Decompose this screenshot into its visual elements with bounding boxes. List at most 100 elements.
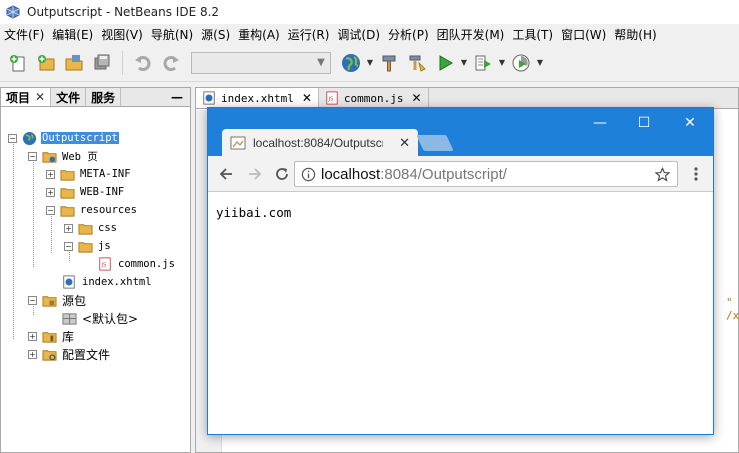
clean-build-icon[interactable] — [403, 49, 431, 77]
tree-label-js: js — [98, 240, 111, 252]
svg-text:JS: JS — [327, 97, 334, 103]
tree-label-index-xhtml: index.xhtml — [82, 276, 152, 288]
netbeans-logo-icon — [5, 4, 21, 20]
close-icon[interactable]: ✕ — [302, 91, 312, 105]
profile-icon[interactable] — [507, 49, 535, 77]
new-tab-button[interactable] — [416, 135, 454, 151]
hammer-icon[interactable] — [375, 49, 403, 77]
tree-node-config-files[interactable]: + 配置文件 — [28, 345, 111, 363]
code-fragment: " /x — [726, 296, 739, 322]
javascript-file-icon: JS — [326, 91, 338, 105]
tree-node-web-pages[interactable]: − Web 页 — [28, 147, 99, 165]
expand-toggle[interactable]: + — [46, 187, 55, 197]
menu-team[interactable]: 团队开发(M) — [437, 26, 509, 43]
redo-icon[interactable] — [157, 49, 185, 77]
caret-down-icon[interactable]: ▼ — [365, 58, 375, 67]
tree-label-css: css — [98, 222, 117, 234]
menu-bar: 文件(F) 编辑(E) 视图(V) 导航(N) 源(S) 重构(A) 运行(R)… — [0, 24, 739, 44]
new-file-icon[interactable] — [4, 49, 32, 77]
tree-connector — [13, 135, 14, 339]
collapse-toggle[interactable]: − — [46, 205, 55, 215]
collapse-toggle[interactable]: − — [8, 133, 17, 143]
menu-edit[interactable]: 编辑(E) — [52, 26, 97, 43]
main-toolbar: ▼ ▼ ▼ ▼ ▼ — [0, 44, 739, 82]
tree-label-config-files: 配置文件 — [62, 347, 111, 362]
browser-close-button[interactable]: ✕ — [670, 112, 710, 134]
tree-node-project-root[interactable]: − Outputscript — [8, 129, 119, 147]
caret-down-icon[interactable]: ▼ — [497, 58, 507, 67]
menu-file[interactable]: 文件(F) — [4, 26, 48, 43]
collapse-toggle[interactable]: − — [64, 241, 73, 251]
forward-arrow-icon[interactable] — [244, 163, 266, 185]
browser-tab-title: localhost:8084/Outputscript — [253, 136, 383, 150]
tree-label-meta-inf: META-INF — [80, 168, 131, 180]
projects-panel-tabs: 项目 ✕ 文件 服务 — — [1, 88, 190, 107]
caret-down-icon[interactable]: ▼ — [459, 58, 469, 67]
save-all-icon[interactable] — [88, 49, 116, 77]
tree-node-web-inf[interactable]: + WEB-INF — [46, 183, 125, 201]
bookmark-star-icon[interactable] — [655, 166, 670, 182]
tree-label-project-root: Outputscript — [41, 132, 119, 144]
tree-label-web-pages: Web 页 — [62, 150, 98, 163]
menu-window[interactable]: 窗口(W) — [561, 26, 610, 43]
tree-node-libraries[interactable]: + 库 — [28, 327, 75, 345]
editor-tab-common-js[interactable]: JS common.js ✕ — [319, 88, 429, 108]
package-folder-icon — [41, 292, 57, 308]
collapse-toggle[interactable]: − — [28, 295, 37, 305]
open-project-icon[interactable] — [60, 49, 88, 77]
tab-projects[interactable]: 项目 ✕ — [1, 88, 52, 106]
reload-icon[interactable] — [271, 163, 293, 185]
menu-profile[interactable]: 分析(P) — [388, 26, 433, 43]
expand-toggle[interactable]: + — [28, 331, 37, 341]
menu-help[interactable]: 帮助(H) — [614, 26, 660, 43]
config-folder-icon — [41, 346, 57, 362]
undo-icon[interactable] — [129, 49, 157, 77]
browser-page-content: yiibai.com — [208, 193, 713, 434]
collapse-toggle[interactable]: − — [28, 151, 37, 161]
tree-node-common-js[interactable]: JS common.js — [97, 255, 176, 273]
menu-refactor[interactable]: 重构(A) — [238, 26, 284, 43]
globe-icon[interactable] — [337, 49, 365, 77]
window-title: Outputscript - NetBeans IDE 8.2 — [27, 5, 220, 19]
menu-source[interactable]: 源(S) — [201, 26, 234, 43]
tab-services[interactable]: 服务 — [86, 88, 122, 106]
browser-minimize-button[interactable]: — — [580, 112, 620, 134]
menu-view[interactable]: 视图(V) — [101, 26, 147, 43]
menu-navigate[interactable]: 导航(N) — [151, 26, 197, 43]
new-project-icon[interactable] — [32, 49, 60, 77]
editor-tab-index-xhtml[interactable]: index.xhtml ✕ — [196, 88, 319, 108]
caret-down-icon[interactable]: ▼ — [535, 58, 545, 67]
expand-toggle[interactable]: + — [46, 169, 55, 179]
expand-toggle[interactable]: + — [28, 349, 37, 359]
tab-files[interactable]: 文件 — [51, 88, 87, 106]
address-bar[interactable]: localhost:8084/Outputscript/ — [294, 161, 678, 187]
minimize-panel-button[interactable]: — — [164, 88, 190, 106]
folder-icon — [59, 166, 75, 182]
debug-icon[interactable] — [469, 49, 497, 77]
menu-run[interactable]: 运行(R) — [288, 26, 334, 43]
menu-tools[interactable]: 工具(T) — [512, 26, 557, 43]
tree-node-resources[interactable]: − resources — [46, 201, 138, 219]
tree-node-css[interactable]: + css — [64, 219, 118, 237]
configuration-combo[interactable]: ▼ — [191, 51, 331, 74]
tree-node-source-packages[interactable]: − 源包 — [28, 291, 87, 309]
browser-menu-icon[interactable] — [688, 164, 704, 184]
tree-node-meta-inf[interactable]: + META-INF — [46, 165, 132, 183]
tree-node-index-xhtml[interactable]: index.xhtml — [61, 273, 153, 291]
library-folder-icon — [41, 328, 57, 344]
close-icon[interactable]: ✕ — [35, 90, 45, 104]
browser-tab[interactable]: localhost:8084/Outputscript ✕ — [222, 129, 418, 157]
folder-icon — [59, 184, 75, 200]
close-icon[interactable]: ✕ — [412, 91, 422, 105]
close-icon[interactable]: ✕ — [399, 136, 410, 151]
broken-image-favicon-icon — [230, 136, 246, 150]
back-arrow-icon[interactable] — [215, 163, 237, 185]
tree-node-js[interactable]: − js — [64, 237, 112, 255]
run-icon[interactable] — [431, 49, 459, 77]
tree-node-default-package[interactable]: <默认包> — [61, 309, 139, 327]
menu-debug[interactable]: 调试(D) — [337, 26, 384, 43]
browser-maximize-button[interactable]: ☐ — [624, 112, 664, 134]
browser-titlebar: — ☐ ✕ localhost:8084/Outputscript ✕ — [208, 108, 713, 157]
expand-toggle[interactable]: + — [64, 223, 73, 233]
info-icon[interactable] — [295, 167, 321, 182]
